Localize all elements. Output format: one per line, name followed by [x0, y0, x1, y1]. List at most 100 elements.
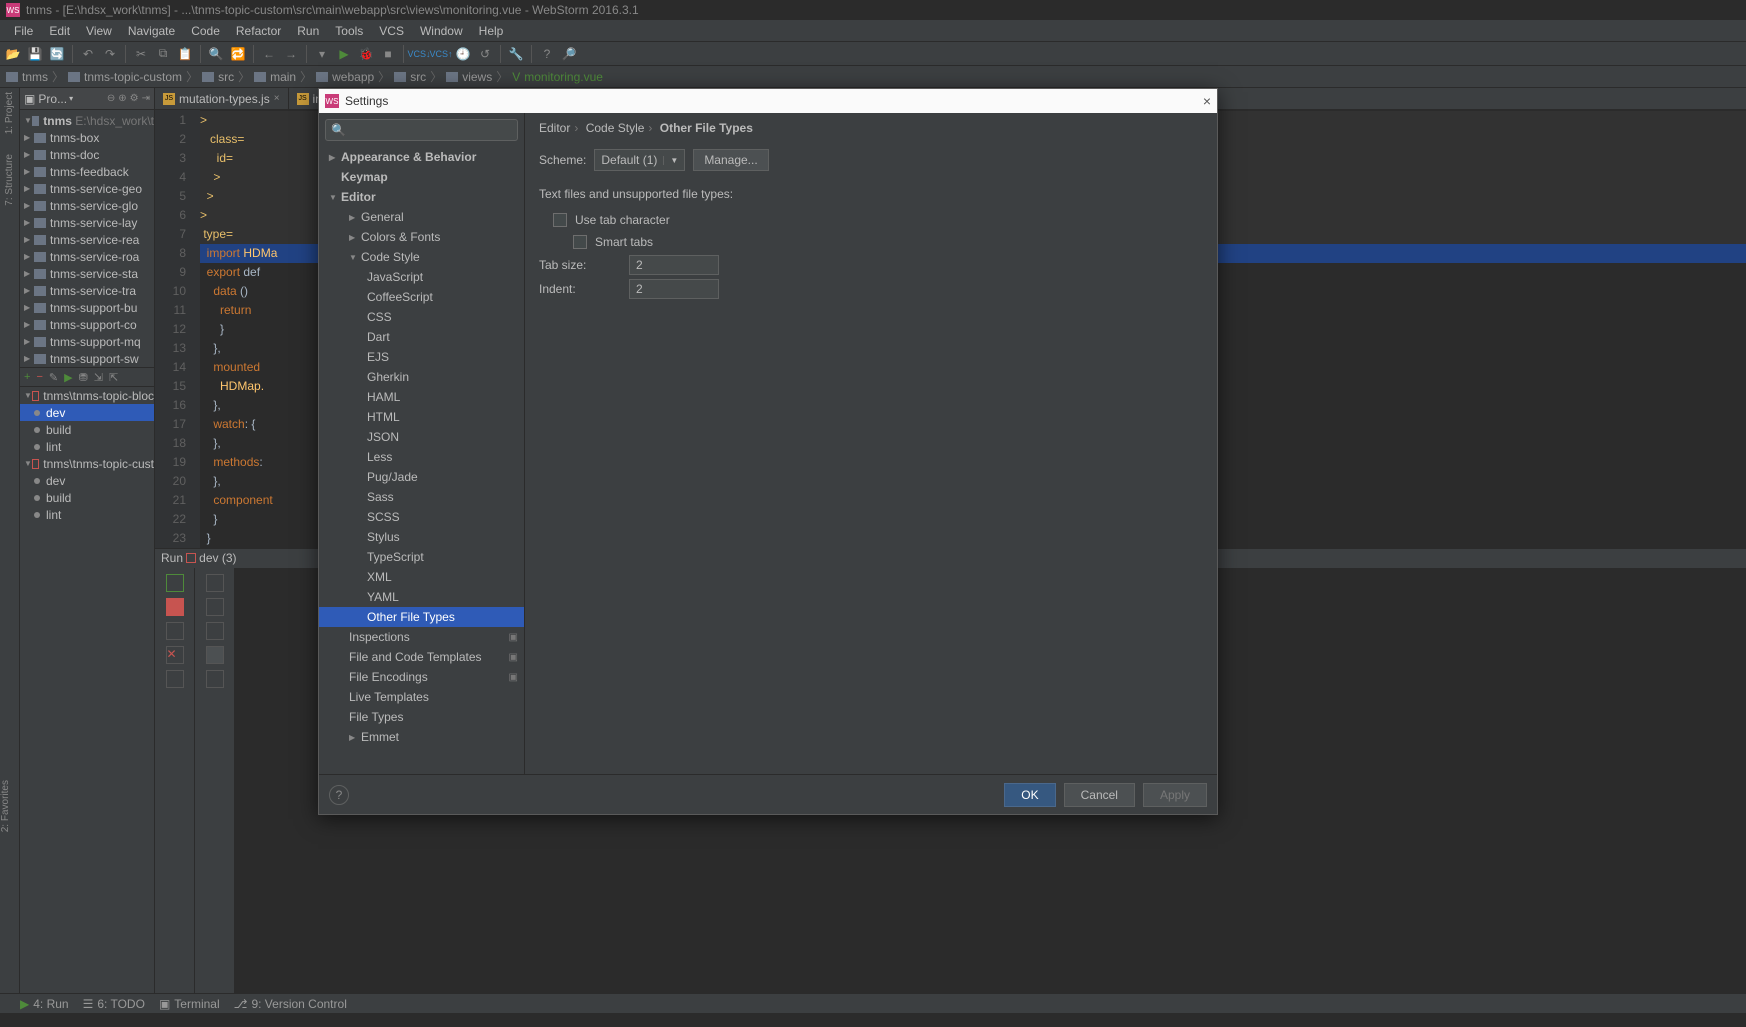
tree-folder[interactable]: ▶tnms-service-glo [20, 197, 154, 214]
debug-icon[interactable]: 🐞 [357, 45, 375, 63]
task-group[interactable]: ▼tnms\tnms-topic-cust [20, 455, 154, 472]
st-codestyle-item[interactable]: HAML [319, 387, 524, 407]
close-icon[interactable]: × [274, 93, 280, 104]
tree-folder[interactable]: ▶tnms-service-tra [20, 282, 154, 299]
tree-root[interactable]: ▼tnms E:\hdsx_work\t [20, 112, 154, 129]
tab-size-input[interactable] [629, 255, 719, 275]
ok-button[interactable]: OK [1004, 783, 1055, 807]
up-icon[interactable] [206, 574, 224, 592]
st-editor[interactable]: ▼Editor [319, 187, 524, 207]
cut-icon[interactable]: ✂ [132, 45, 150, 63]
menu-vcs[interactable]: VCS [371, 24, 412, 38]
forward-icon[interactable]: → [282, 45, 300, 63]
task-item[interactable]: lint [20, 506, 154, 523]
apply-button[interactable]: Apply [1143, 783, 1207, 807]
st-codestyle-item[interactable]: Dart [319, 327, 524, 347]
tree-folder[interactable]: ▶tnms-service-sta [20, 265, 154, 282]
st-codestyle-item[interactable]: Less [319, 447, 524, 467]
menu-help[interactable]: Help [471, 24, 512, 38]
run-icon[interactable]: ▶ [64, 371, 72, 384]
st-codestyle-item[interactable]: Stylus [319, 527, 524, 547]
st-appearance[interactable]: ▶Appearance & Behavior [319, 147, 524, 167]
editor-tab[interactable]: JSmutation-types.js× [155, 88, 289, 110]
filter-icon[interactable]: ⛃ [79, 371, 88, 384]
bottom-terminal[interactable]: ▣Terminal [159, 997, 220, 1011]
indent-input[interactable] [629, 279, 719, 299]
st-codestyle-item[interactable]: TypeScript [319, 547, 524, 567]
task-item[interactable]: build [20, 489, 154, 506]
print-icon[interactable] [206, 670, 224, 688]
st-codestyle-item[interactable]: JavaScript [319, 267, 524, 287]
st-file-templates[interactable]: File and Code Templates▣ [319, 647, 524, 667]
paste-icon[interactable]: 📋 [176, 45, 194, 63]
st-codestyle-item[interactable]: Sass [319, 487, 524, 507]
menu-view[interactable]: View [78, 24, 120, 38]
add-icon[interactable]: + [24, 371, 30, 383]
tree-folder[interactable]: ▶tnms-service-geo [20, 180, 154, 197]
task-group[interactable]: ▼tnms\tnms-topic-bloc [20, 387, 154, 404]
expand-icon[interactable]: ⇲ [94, 371, 103, 384]
st-codestyle-item[interactable]: EJS [319, 347, 524, 367]
tree-folder[interactable]: ▶tnms-service-lay [20, 214, 154, 231]
redo-icon[interactable]: ↷ [101, 45, 119, 63]
collapse-icon[interactable]: ⇱ [109, 371, 118, 384]
sc-item[interactable]: Code Style [586, 121, 645, 135]
search-everywhere-icon[interactable]: 🔎 [560, 45, 578, 63]
st-codestyle-item[interactable]: Gherkin [319, 367, 524, 387]
find-icon[interactable]: 🔍 [207, 45, 225, 63]
task-item[interactable]: dev [20, 472, 154, 489]
vcs-revert-icon[interactable]: ↺ [476, 45, 494, 63]
tree-folder[interactable]: ▶tnms-box [20, 129, 154, 146]
run-icon[interactable]: ▶ [335, 45, 353, 63]
task-item[interactable]: build [20, 421, 154, 438]
close-icon[interactable]: ✕ [166, 646, 184, 664]
gear-icon[interactable]: ⚙ [130, 93, 139, 104]
cancel-button[interactable]: Cancel [1064, 783, 1135, 807]
st-file-encodings[interactable]: File Encodings▣ [319, 667, 524, 687]
bc-file[interactable]: V monitoring.vue [512, 70, 603, 84]
chevron-down-icon[interactable]: ▾ [69, 94, 73, 103]
settings-tree[interactable]: ▶Appearance & Behavior Keymap ▼Editor ▶G… [319, 147, 524, 774]
st-live-templates[interactable]: Live Templates [319, 687, 524, 707]
st-codestyle-item[interactable]: CoffeeScript [319, 287, 524, 307]
vcs-update-icon[interactable]: VCS↓ [410, 45, 428, 63]
bc-root[interactable]: tnms [6, 70, 48, 84]
tree-folder[interactable]: ▶tnms-service-rea [20, 231, 154, 248]
stop-icon[interactable] [166, 598, 184, 616]
tree-folder[interactable]: ▶tnms-support-sw [20, 350, 154, 367]
bottom-run[interactable]: ▶4: Run [20, 997, 69, 1011]
settings-titlebar[interactable]: WS Settings × [319, 89, 1217, 113]
task-item[interactable]: lint [20, 438, 154, 455]
tree-folder[interactable]: ▶tnms-doc [20, 146, 154, 163]
project-tree[interactable]: ▼tnms E:\hdsx_work\t ▶tnms-box▶tnms-doc ▶… [20, 110, 154, 523]
hide-icon[interactable]: ⇥ [142, 93, 150, 104]
menu-tools[interactable]: Tools [327, 24, 371, 38]
close-icon[interactable]: × [1203, 93, 1211, 109]
remove-icon[interactable]: − [36, 371, 42, 383]
gutter[interactable]: 1234567891011121314151617181920212223242… [155, 110, 200, 548]
st-codestyle-item[interactable]: Other File Types [319, 607, 524, 627]
bc-item[interactable]: src [394, 70, 426, 84]
replace-icon[interactable]: 🔁 [229, 45, 247, 63]
rerun-icon[interactable] [166, 574, 184, 592]
menu-refactor[interactable]: Refactor [228, 24, 289, 38]
st-codestyle-item[interactable]: SCSS [319, 507, 524, 527]
pause-icon[interactable] [166, 622, 184, 640]
pin-icon[interactable] [166, 670, 184, 688]
bc-item[interactable]: webapp [316, 70, 374, 84]
undo-icon[interactable]: ↶ [79, 45, 97, 63]
soft-wrap-icon[interactable] [206, 622, 224, 640]
help-button[interactable]: ? [329, 785, 349, 805]
back-icon[interactable]: ← [260, 45, 278, 63]
help-icon[interactable]: ? [538, 45, 556, 63]
st-inspections[interactable]: Inspections▣ [319, 627, 524, 647]
run-config-dropdown[interactable]: ▾ [313, 45, 331, 63]
copy-icon[interactable]: ⧉ [154, 45, 172, 63]
down-icon[interactable] [206, 598, 224, 616]
scheme-dropdown[interactable]: Default (1) ▼ [594, 149, 685, 171]
tree-folder[interactable]: ▶tnms-support-co [20, 316, 154, 333]
rail-project[interactable]: 1: Project [4, 92, 15, 134]
smart-tabs-checkbox[interactable] [573, 235, 587, 249]
st-keymap[interactable]: Keymap [319, 167, 524, 187]
tree-folder[interactable]: ▶tnms-support-bu [20, 299, 154, 316]
